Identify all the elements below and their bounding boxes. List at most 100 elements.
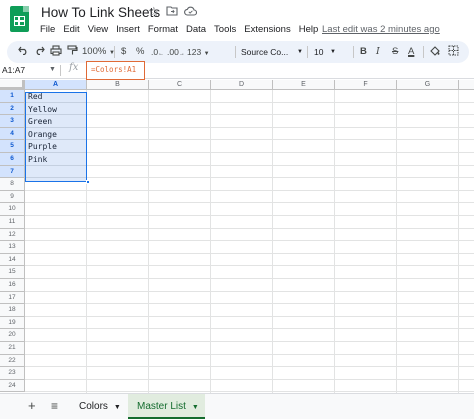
row-header-17[interactable]: 17	[0, 291, 25, 305]
bold-button[interactable]: B	[360, 45, 367, 59]
row-header-4[interactable]: 4	[0, 127, 25, 141]
menu-extensions[interactable]: Extensions	[244, 24, 290, 38]
grid-line	[25, 215, 474, 216]
menu-format[interactable]: Format	[148, 24, 178, 38]
sheet-tab-label: Master List	[137, 401, 186, 412]
row-header-11[interactable]: 11	[0, 216, 25, 229]
font-size-select[interactable]: 10 ▼	[310, 44, 338, 60]
fx-icon: fx	[69, 62, 79, 73]
menu-file[interactable]: File	[40, 24, 55, 38]
chevron-down-icon[interactable]: ▼	[49, 63, 56, 77]
all-sheets-button[interactable]: ≡	[51, 399, 58, 413]
menu-help[interactable]: Help	[299, 24, 319, 38]
grid-line	[148, 90, 149, 393]
sheet-tab-colors[interactable]: Colors ▼	[79, 394, 123, 419]
last-edit-link[interactable]: Last edit was 2 minutes ago	[322, 24, 440, 35]
column-header-e[interactable]: E	[273, 80, 335, 90]
row-header-10[interactable]: 10	[0, 203, 25, 216]
row-header-6[interactable]: 6	[0, 153, 25, 166]
grid-line	[272, 90, 273, 393]
arrow-right-icon: →	[178, 51, 185, 57]
row-header-5[interactable]: 5	[0, 140, 25, 153]
grid-line	[25, 278, 474, 279]
menu-edit[interactable]: Edit	[63, 24, 79, 38]
grid-line	[25, 126, 474, 128]
chevron-down-icon: ▼	[203, 51, 210, 57]
row-header-23[interactable]: 23	[0, 367, 25, 380]
selected-range[interactable]	[25, 92, 87, 182]
row-header-24[interactable]: 24	[0, 379, 25, 393]
sheet-tab-master-list[interactable]: Master List ▼	[128, 394, 205, 419]
row-header-3[interactable]: 3	[0, 115, 25, 128]
grid-line	[25, 202, 474, 204]
grid-line	[458, 90, 459, 393]
toolbar: 100% ▼ $ % .0← .00→ 123 ▼ Source Co... ▼ …	[7, 41, 469, 63]
italic-button[interactable]: I	[376, 45, 380, 59]
sheet-tab-label: Colors	[79, 401, 108, 412]
column-header-g[interactable]: G	[397, 80, 459, 90]
cloud-saved-icon[interactable]	[184, 4, 198, 19]
star-icon[interactable]: ☆	[148, 4, 160, 20]
spreadsheet-grid[interactable]: ABCDEFGH 1234567891011121314151617181920…	[0, 80, 474, 393]
fill-handle[interactable]	[86, 180, 90, 184]
currency-format-button[interactable]: $	[121, 45, 126, 59]
strikethrough-button[interactable]: S	[392, 45, 398, 59]
row-header-16[interactable]: 16	[0, 279, 25, 292]
cell-area[interactable]: Red Yellow Green Orange Purple Pink	[25, 90, 474, 393]
row-header-13[interactable]: 13	[0, 241, 25, 254]
select-all-corner[interactable]	[0, 80, 25, 90]
row-header-22[interactable]: 22	[0, 354, 25, 368]
grid-line	[334, 90, 335, 393]
divider	[353, 46, 354, 58]
menu-insert[interactable]: Insert	[116, 24, 140, 38]
column-header-f[interactable]: F	[335, 80, 397, 90]
redo-icon[interactable]	[34, 45, 45, 60]
menu-view[interactable]: View	[88, 24, 108, 38]
formula-input[interactable]: =Colors!A1	[86, 61, 145, 80]
row-header-20[interactable]: 20	[0, 329, 25, 342]
print-icon[interactable]	[50, 45, 62, 61]
row-header-2[interactable]: 2	[0, 102, 25, 116]
menu-tools[interactable]: Tools	[214, 24, 236, 38]
row-header-21[interactable]: 21	[0, 342, 25, 355]
grid-line	[25, 101, 474, 103]
zoom-select[interactable]: 100% ▼	[82, 45, 115, 60]
grid-line	[25, 290, 474, 292]
more-formats-button[interactable]: 123 ▼	[187, 45, 210, 61]
increase-decimal-button[interactable]: .00→	[167, 45, 185, 61]
percent-format-button[interactable]: %	[136, 45, 144, 59]
column-header-a[interactable]: A	[25, 80, 87, 90]
row-header-8[interactable]: 8	[0, 178, 25, 191]
column-header-c[interactable]: C	[149, 80, 211, 90]
grid-line	[25, 139, 474, 141]
fill-color-icon[interactable]	[429, 45, 441, 62]
row-header-7[interactable]: 7	[0, 165, 25, 179]
column-header-b[interactable]: B	[87, 80, 149, 90]
document-title[interactable]: How To Link Sheets	[41, 5, 160, 20]
column-header-h[interactable]: H	[459, 80, 474, 90]
title-bar: How To Link Sheets ☆ File Edit View Inse…	[0, 0, 474, 38]
move-folder-icon[interactable]	[166, 4, 178, 19]
row-header-12[interactable]: 12	[0, 228, 25, 242]
divider	[114, 46, 115, 58]
decrease-decimal-button[interactable]: .0←	[151, 45, 164, 61]
borders-icon[interactable]	[448, 45, 459, 61]
chevron-down-icon[interactable]: ▼	[114, 404, 121, 411]
row-header-1[interactable]: 1	[0, 90, 25, 103]
sheets-logo-icon[interactable]	[10, 6, 29, 32]
row-header-19[interactable]: 19	[0, 316, 25, 330]
undo-icon[interactable]	[18, 45, 29, 60]
divider	[423, 46, 424, 58]
add-sheet-button[interactable]: +	[28, 399, 36, 413]
row-header-14[interactable]: 14	[0, 253, 25, 267]
row-header-18[interactable]: 18	[0, 304, 25, 317]
column-header-d[interactable]: D	[211, 80, 273, 90]
font-select[interactable]: Source Co... ▼	[237, 44, 305, 60]
menu-data[interactable]: Data	[186, 24, 206, 38]
text-color-button[interactable]: A	[408, 45, 414, 59]
row-header-9[interactable]: 9	[0, 190, 25, 204]
row-header-15[interactable]: 15	[0, 266, 25, 279]
chevron-down-icon[interactable]: ▼	[192, 404, 199, 411]
paint-format-icon[interactable]	[67, 45, 78, 61]
grid-line	[25, 114, 474, 116]
